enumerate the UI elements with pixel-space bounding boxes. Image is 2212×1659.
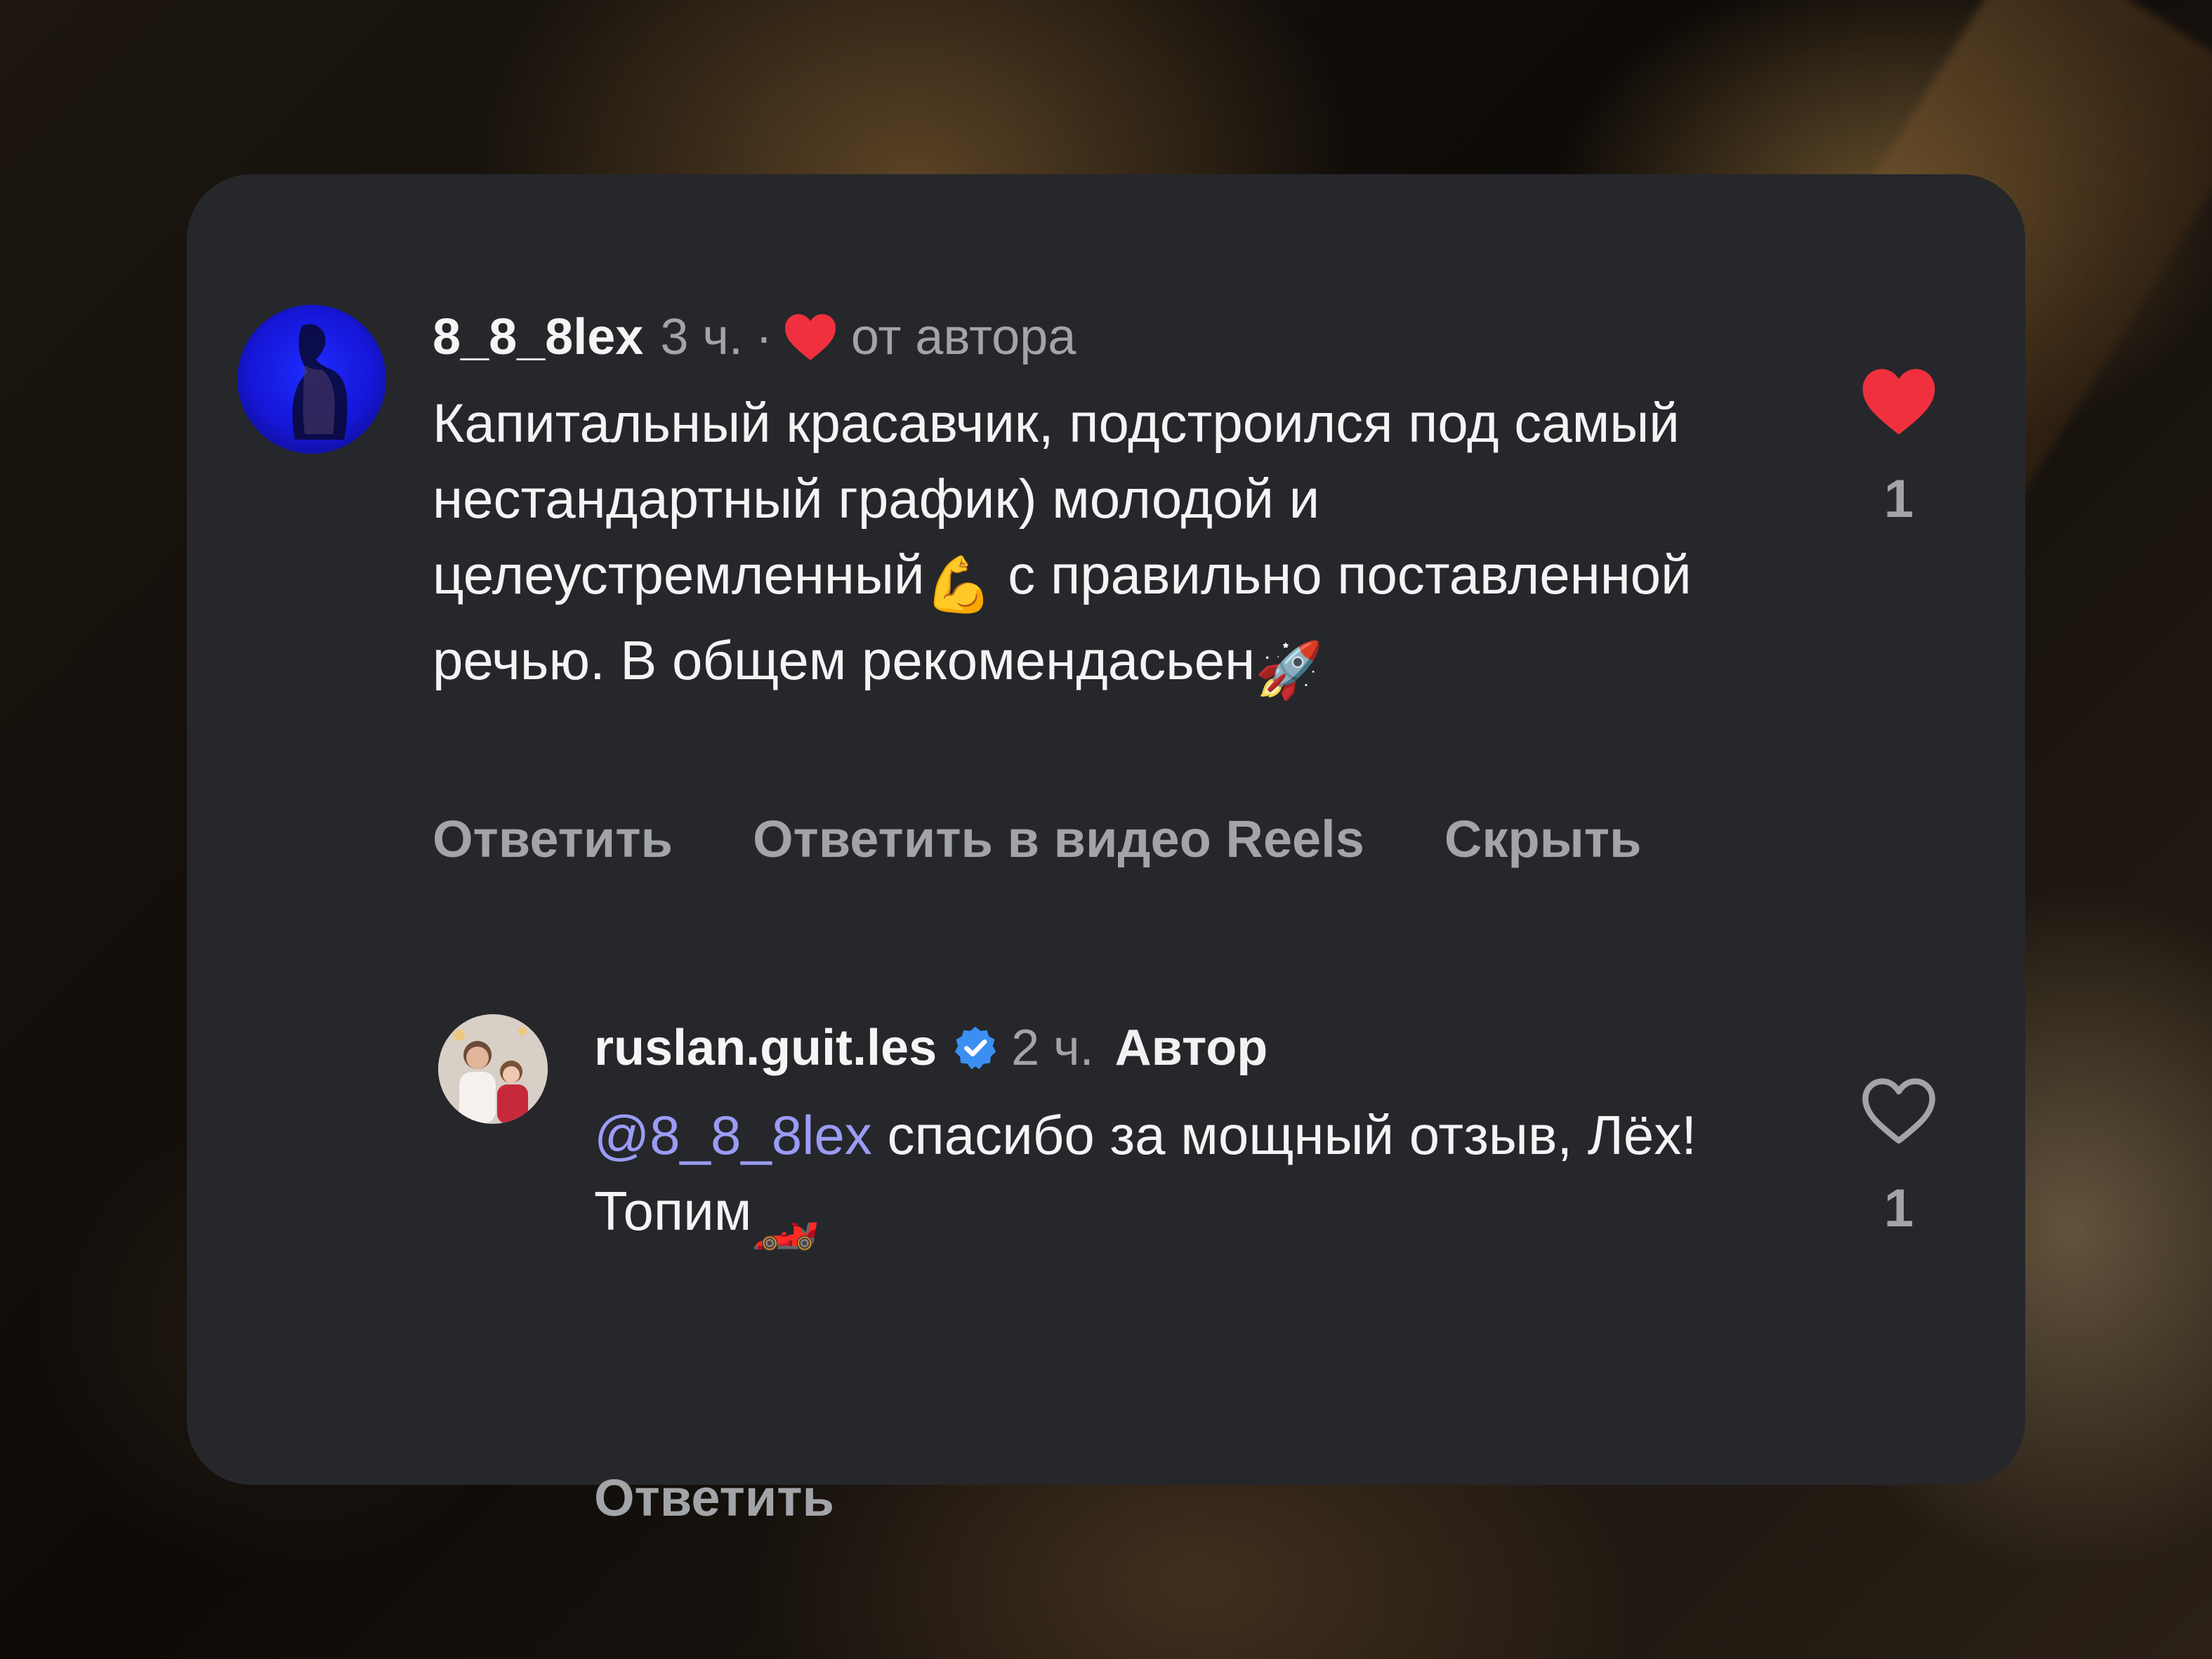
reply-button[interactable]: Ответить	[433, 809, 673, 869]
hide-button[interactable]: Скрыть	[1444, 809, 1642, 869]
verified-badge-icon	[954, 1026, 996, 1070]
heart-filled-icon[interactable]	[1859, 365, 1938, 438]
comment-text: Капитальный красавчик, подстроился под с…	[433, 385, 1802, 708]
comment-actions: Ответить	[594, 1468, 914, 1528]
like-count: 1	[1883, 469, 1914, 529]
comment-meta: 8_8_8lex 3 ч. · от автора	[433, 308, 1076, 367]
author-badge: Автор	[1114, 1020, 1268, 1076]
comment-actions: Ответить Ответить в видео Reels Скрыть	[433, 809, 1722, 869]
like-column: 1	[1850, 1075, 1948, 1240]
comment-meta: ruslan.guit.les 2 ч. Автор	[594, 1018, 1268, 1077]
heart-icon	[784, 314, 836, 360]
timestamp: 2 ч.	[1011, 1020, 1094, 1076]
reply-button[interactable]: Ответить	[594, 1468, 834, 1528]
like-column: 1	[1850, 365, 1948, 531]
mention-link[interactable]: @8_8_8lex	[594, 1104, 872, 1166]
comment-text: @8_8_8lex спасибо за мощный отзыв, Лёх! …	[594, 1097, 1788, 1259]
separator: ·	[755, 309, 772, 365]
avatar[interactable]	[438, 1014, 548, 1124]
avatar-image	[292, 324, 348, 440]
avatar-image	[438, 1014, 548, 1124]
liked-by-author-label: от автора	[850, 309, 1077, 365]
racing-car-emoji: 🏎️	[751, 1190, 820, 1252]
reply-reels-button[interactable]: Ответить в видео Reels	[753, 809, 1364, 869]
comments-card: 8_8_8lex 3 ч. · от автора Капитальный кр…	[187, 174, 2025, 1527]
timestamp: 3 ч.	[660, 309, 743, 365]
username[interactable]: ruslan.guit.les	[594, 1018, 937, 1077]
heart-outline-icon[interactable]	[1859, 1075, 1938, 1148]
like-count: 1	[1883, 1179, 1914, 1238]
avatar[interactable]	[237, 305, 386, 454]
username[interactable]: 8_8_8lex	[433, 308, 643, 367]
rocket-emoji: 🚀	[1255, 639, 1324, 701]
flexed-biceps-emoji: 💪	[924, 553, 993, 615]
